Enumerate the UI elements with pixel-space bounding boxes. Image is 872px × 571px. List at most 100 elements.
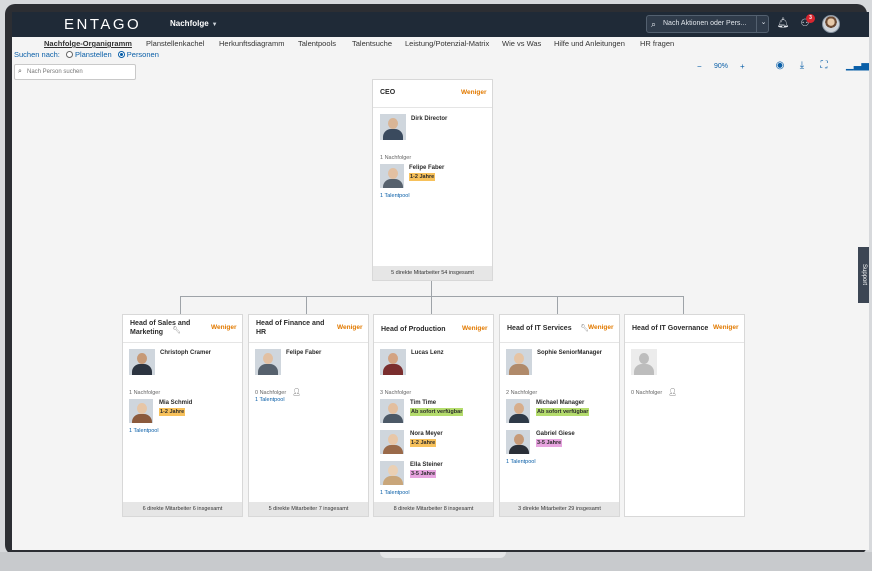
position-card-it-governance[interactable]: Head of IT Governance Weniger 0 Nachfolg… bbox=[624, 314, 745, 517]
radio-planstellen-label[interactable]: Planstellen bbox=[75, 50, 112, 59]
eye-icon[interactable]: ◉ bbox=[774, 60, 786, 71]
tab-hr-fragen[interactable]: HR fragen bbox=[640, 39, 674, 48]
talent-pool-link[interactable]: 1 Talentpool bbox=[380, 490, 410, 496]
card-footer: 5 direkte Mitarbeiter 7 insgesamt bbox=[249, 502, 368, 516]
vacant-photo-placeholder bbox=[631, 349, 657, 375]
holder-photo[interactable] bbox=[506, 349, 532, 375]
successor-photo[interactable] bbox=[380, 430, 404, 454]
position-title: Head of IT Governance bbox=[632, 325, 709, 332]
person-portrait bbox=[132, 414, 152, 423]
holder-photo[interactable] bbox=[255, 349, 281, 375]
position-card-finance-hr[interactable]: Head of Finance and HR Weniger Felipe Fa… bbox=[248, 314, 369, 517]
successor-photo[interactable] bbox=[380, 461, 404, 485]
tab-bar: Nachfolge-Organigramm Planstellenkachel … bbox=[12, 37, 869, 51]
holder-name[interactable]: Lucas Lenz bbox=[411, 350, 444, 356]
brand-logo[interactable]: ENTAGO bbox=[64, 16, 141, 33]
successor-name[interactable]: Ella Steiner bbox=[410, 462, 443, 468]
collapse-toggle[interactable]: Weniger bbox=[588, 324, 614, 331]
add-successor-icon[interactable]: 👤︎ bbox=[292, 388, 301, 396]
successor-name[interactable]: Gabriel Giese bbox=[536, 431, 575, 437]
position-card-ceo[interactable]: CEO Weniger Dirk Director 1 Nachfolger F… bbox=[372, 79, 493, 281]
card-header: CEO Weniger bbox=[373, 80, 492, 108]
successor-name[interactable]: Nora Meyer bbox=[410, 431, 443, 437]
tab-herkunftsdiagramm[interactable]: Herkunftsdiagramm bbox=[219, 39, 284, 48]
successor-count: 0 Nachfolger bbox=[631, 390, 663, 396]
card-footer: 8 direkte Mitarbeiter 8 insgesamt bbox=[374, 502, 493, 516]
person-portrait bbox=[137, 403, 147, 414]
card-footer: 3 direkte Mitarbeiter 29 insgesamt bbox=[500, 502, 619, 516]
radio-planstellen[interactable] bbox=[65, 51, 73, 58]
person-portrait bbox=[263, 353, 273, 364]
module-menu[interactable]: Nachfolge ▼ bbox=[170, 19, 218, 28]
person-portrait bbox=[514, 353, 524, 364]
tab-talentpools[interactable]: Talentpools bbox=[298, 39, 336, 48]
collapse-toggle[interactable]: Weniger bbox=[713, 324, 739, 331]
search-icon: ⌕ bbox=[651, 19, 657, 29]
person-silhouette bbox=[639, 353, 649, 364]
radio-personen-label[interactable]: Personen bbox=[127, 50, 159, 59]
successor-photo[interactable] bbox=[380, 399, 404, 423]
tab-wie-vs-was[interactable]: Wie vs Was bbox=[502, 39, 541, 48]
search-by-filter: Suchen nach: Planstellen Personen bbox=[14, 50, 159, 59]
radio-personen[interactable] bbox=[117, 51, 125, 58]
zoom-level: 90% bbox=[714, 63, 729, 70]
position-card-production[interactable]: Head of Production Weniger Lucas Lenz 3 … bbox=[373, 314, 494, 517]
person-portrait bbox=[388, 118, 398, 129]
search-icon: ⌕ bbox=[18, 68, 22, 75]
tab-leistung-potenzial-matrix[interactable]: Leistung/Potenzial-Matrix bbox=[405, 39, 489, 48]
chart-icon[interactable]: ▁▃▅ bbox=[846, 60, 869, 71]
successor-name[interactable]: Tim Time bbox=[410, 400, 436, 406]
successor-photo[interactable] bbox=[129, 399, 153, 423]
tab-talentsuche[interactable]: Talentsuche bbox=[352, 39, 392, 48]
zoom-out-button[interactable]: − bbox=[697, 62, 702, 71]
holder-name[interactable]: Dirk Director bbox=[411, 116, 447, 122]
talent-pool-link[interactable]: 1 Talentpool bbox=[255, 397, 285, 403]
successor-name[interactable]: Mia Schmid bbox=[159, 400, 192, 406]
successor-photo[interactable] bbox=[506, 430, 530, 454]
tab-nachfolge-organigramm[interactable]: Nachfolge-Organigramm bbox=[44, 39, 132, 48]
position-title: Head of Production bbox=[381, 326, 446, 333]
successor-photo[interactable] bbox=[380, 164, 404, 188]
support-tab[interactable]: Support bbox=[858, 247, 869, 303]
holder-photo[interactable] bbox=[380, 349, 406, 375]
connector-line bbox=[683, 296, 684, 314]
talent-pool-link[interactable]: 1 Talentpool bbox=[506, 459, 536, 465]
holder-name[interactable]: Sophie SeniorManager bbox=[537, 350, 602, 356]
person-silhouette bbox=[634, 364, 654, 375]
collapse-toggle[interactable]: Weniger bbox=[337, 324, 363, 331]
tab-hilfe-und-anleitungen[interactable]: Hilfe und Anleitungen bbox=[554, 39, 625, 48]
holder-name[interactable]: Christoph Cramer bbox=[160, 350, 211, 356]
talent-pool-link[interactable]: 1 Talentpool bbox=[380, 193, 410, 199]
module-menu-label: Nachfolge bbox=[170, 19, 209, 28]
tab-planstellenkachel[interactable]: Planstellenkachel bbox=[146, 39, 204, 48]
search-scope-dropdown[interactable]: ⌄ bbox=[756, 15, 770, 33]
successor-name[interactable]: Felipe Faber bbox=[409, 165, 444, 171]
successor-name[interactable]: Michael Manager bbox=[536, 400, 584, 406]
global-search-input[interactable]: ⌕ Nach Aktionen oder Pers... bbox=[646, 15, 769, 33]
collapse-toggle[interactable]: Weniger bbox=[211, 324, 237, 331]
download-icon[interactable]: ⤓ bbox=[796, 60, 808, 71]
collapse-toggle[interactable]: Weniger bbox=[462, 325, 488, 332]
person-portrait bbox=[514, 403, 524, 414]
holder-photo[interactable] bbox=[380, 114, 406, 140]
person-portrait bbox=[388, 353, 398, 364]
position-title: CEO bbox=[380, 89, 396, 96]
readiness-badge: Ab sofort verfügbar bbox=[536, 408, 590, 416]
card-footer: 6 direkte Mitarbeiter 6 insgesamt bbox=[123, 502, 242, 516]
card-header: Head of Production Weniger bbox=[374, 315, 493, 343]
fullscreen-icon[interactable]: ⛶ bbox=[818, 60, 830, 71]
successor-photo[interactable] bbox=[506, 399, 530, 423]
holder-name[interactable]: Felipe Faber bbox=[286, 350, 321, 356]
person-search-input[interactable]: ⌕ Nach Person suchen bbox=[14, 64, 136, 80]
add-successor-icon[interactable]: 👤︎ bbox=[668, 388, 677, 396]
zoom-in-button[interactable]: + bbox=[740, 62, 745, 71]
bell-icon[interactable]: 🔔︎ bbox=[776, 17, 790, 31]
position-card-sales-marketing[interactable]: Head of Sales and Marketing 🔧︎ Weniger C… bbox=[122, 314, 243, 517]
holder-photo[interactable] bbox=[129, 349, 155, 375]
talent-pool-link[interactable]: 1 Talentpool bbox=[129, 428, 159, 434]
collapse-toggle[interactable]: Weniger bbox=[461, 89, 487, 96]
person-portrait bbox=[388, 168, 398, 179]
user-avatar[interactable] bbox=[822, 15, 840, 33]
position-card-it-services[interactable]: Head of IT Services 🔧︎ Weniger Sophie Se… bbox=[499, 314, 620, 517]
position-title: Head of Sales and Marketing bbox=[130, 320, 191, 336]
